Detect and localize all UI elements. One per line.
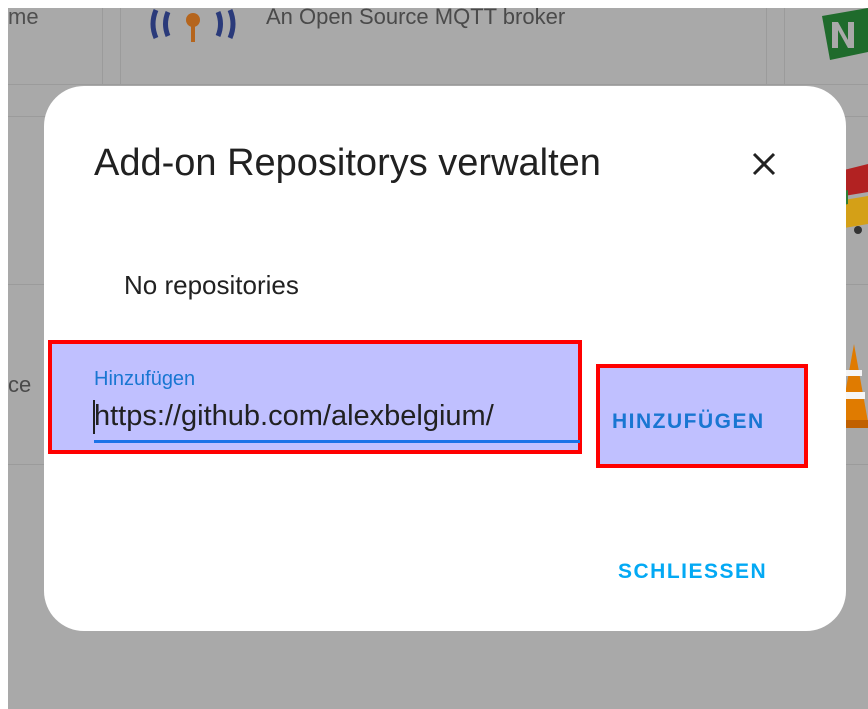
empty-repositories-message: No repositories xyxy=(124,270,299,300)
manage-repositories-dialog: Add-on Repositorys verwalten No reposito… xyxy=(44,86,846,631)
bg-card-border-right xyxy=(766,0,767,84)
page-edge xyxy=(0,0,8,709)
close-icon xyxy=(752,152,776,176)
add-repository-button[interactable]: HINZUFÜGEN xyxy=(596,364,808,468)
text-caret xyxy=(93,400,95,434)
add-repository-button-label: HINZUFÜGEN xyxy=(612,410,765,433)
repository-url-label: Hinzufügen xyxy=(94,368,196,390)
dialog-title: Add-on Repositorys verwalten xyxy=(94,142,601,184)
field-underline xyxy=(94,440,580,443)
repository-url-field[interactable]: Hinzufügen xyxy=(48,340,582,454)
dialog-close-button[interactable] xyxy=(742,142,786,186)
close-dialog-button-label: SCHLIESSEN xyxy=(618,560,768,583)
repository-url-input[interactable] xyxy=(94,396,574,436)
bg-card-border-right-2 xyxy=(784,0,785,84)
bg-divider-top xyxy=(8,84,868,85)
mqtt-broadcast-icon xyxy=(150,9,236,42)
bg-card-separator xyxy=(102,0,103,84)
close-dialog-button[interactable]: SCHLIESSEN xyxy=(614,554,782,590)
bg-card-left-text-2: ce xyxy=(8,372,32,397)
page-top-edge xyxy=(0,0,868,8)
bg-card-border-left xyxy=(120,0,121,84)
node-green-icon xyxy=(822,8,868,60)
